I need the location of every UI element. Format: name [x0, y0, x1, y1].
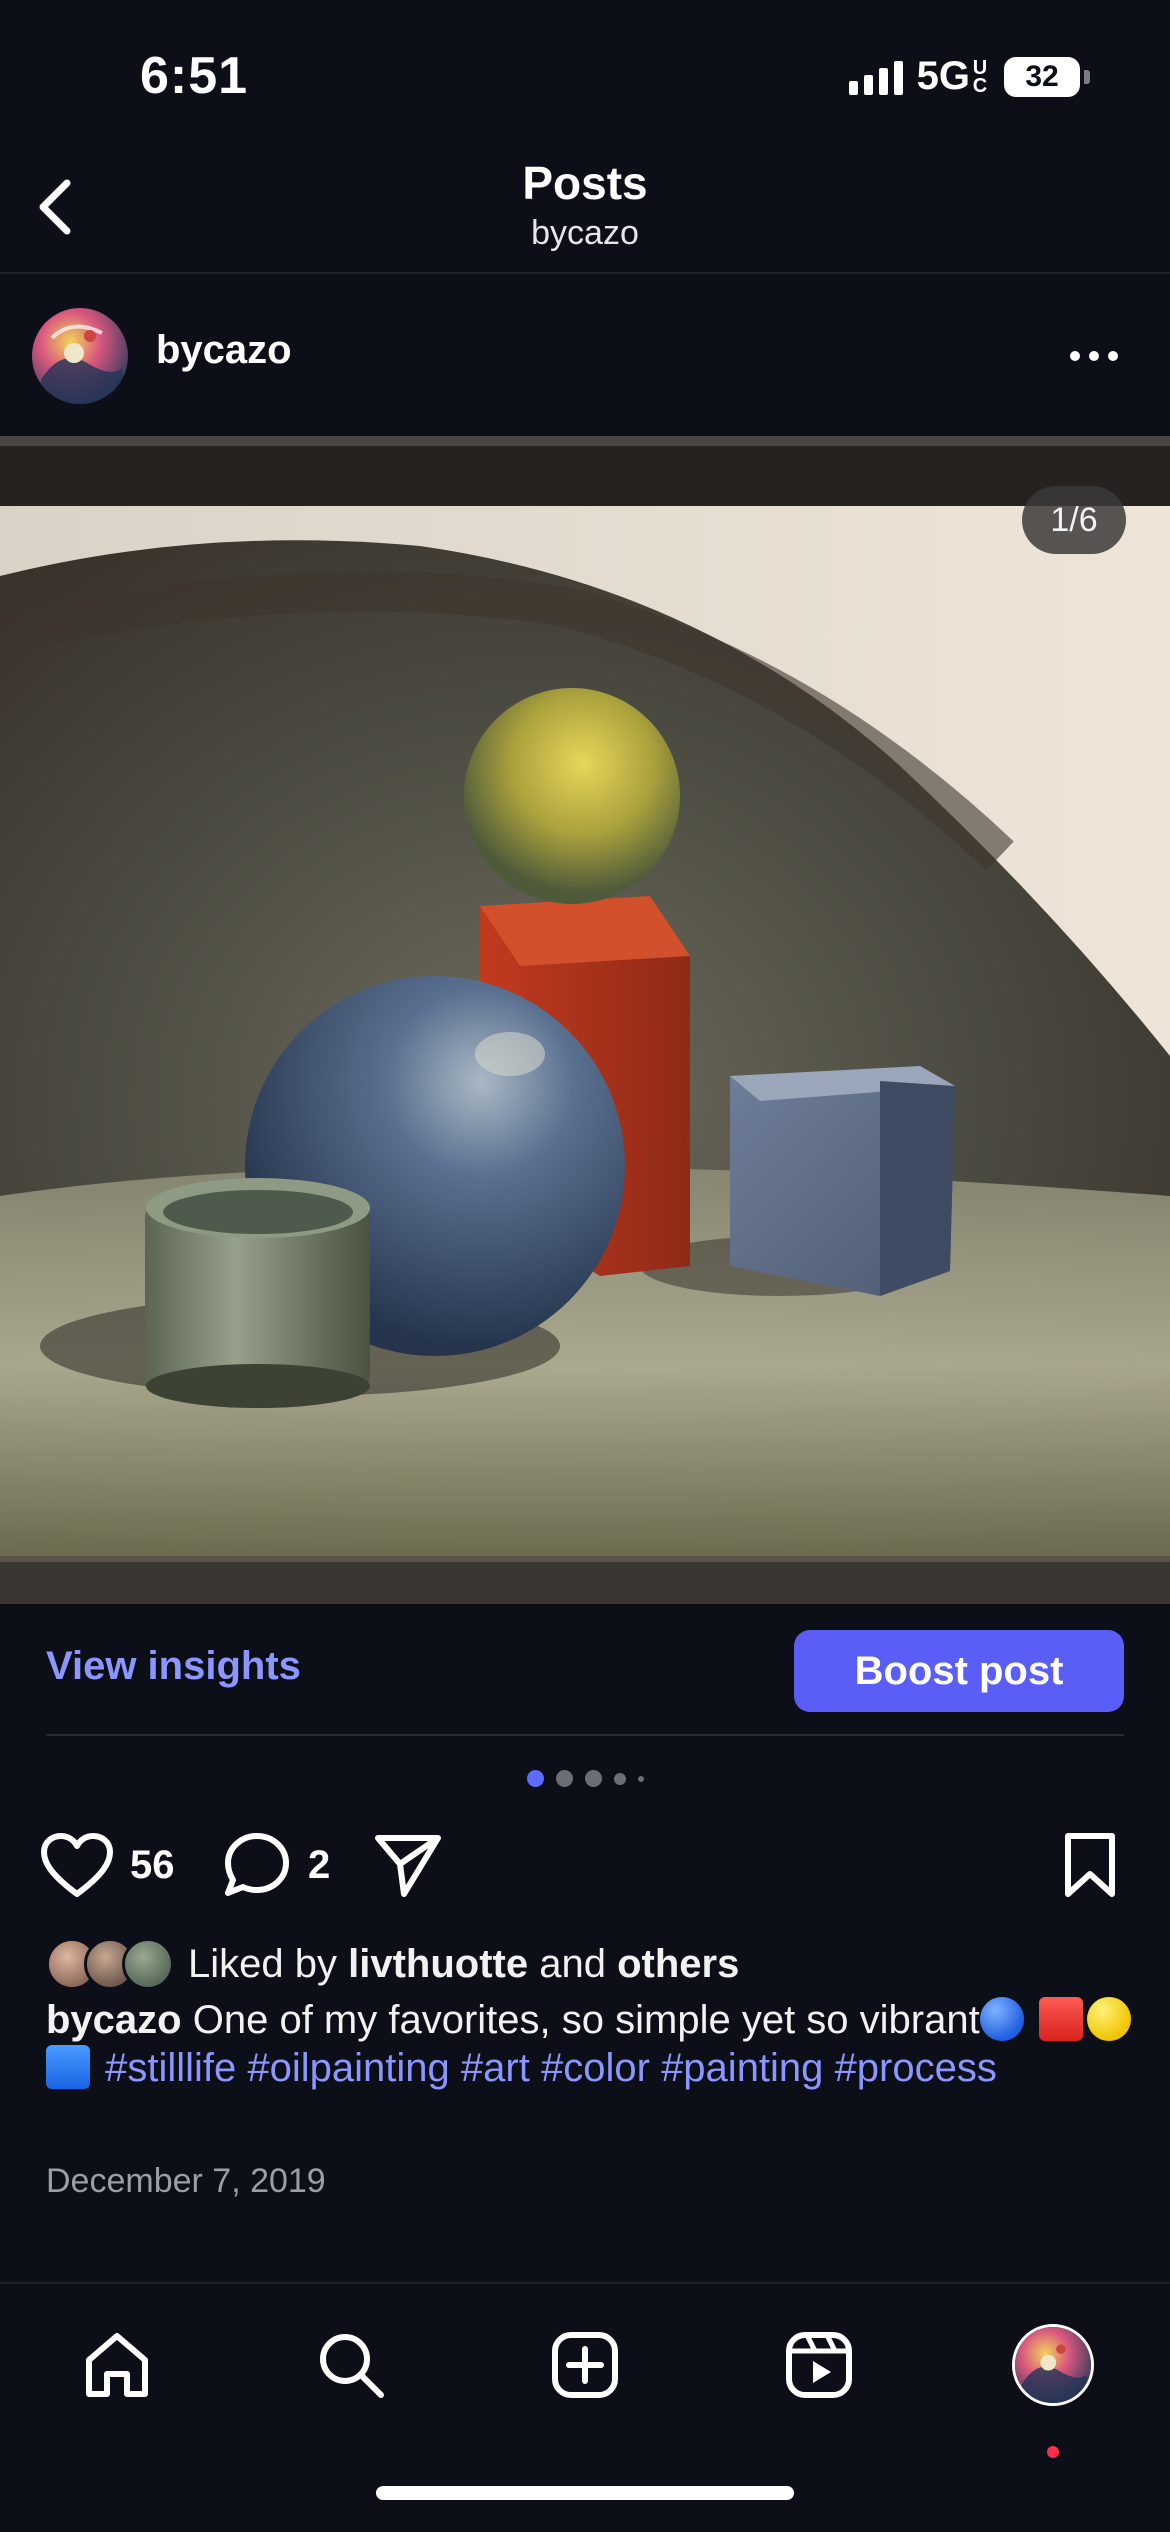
status-bar: 6:51 5G UC 32 [0, 0, 1170, 150]
view-insights-link[interactable]: View insights [46, 1644, 301, 1689]
profile-avatar [1012, 2324, 1094, 2406]
post-header: bycazo [0, 276, 1170, 436]
comments-count[interactable]: 2 [308, 1843, 330, 1888]
network-label: 5G [916, 54, 970, 98]
still-life-painting [0, 436, 1170, 1604]
page-subtitle: bycazo [531, 214, 639, 252]
liked-by-avatars [46, 1938, 174, 1990]
battery-level: 32 [1004, 56, 1080, 97]
liked-by-others[interactable]: others [617, 1942, 739, 1986]
avatar [122, 1938, 174, 1990]
nav-home[interactable] [72, 2320, 162, 2410]
image-counter: 1/6 [1022, 486, 1126, 554]
send-icon[interactable] [372, 1830, 444, 1900]
carousel-dot [637, 1775, 644, 1782]
carousel-dot [613, 1772, 626, 1785]
status-indicators: 5G UC 32 [848, 54, 1090, 99]
carousel-dot-active [526, 1770, 544, 1787]
red-square-emoji [1038, 1997, 1083, 2041]
hashtag[interactable]: #art [461, 2046, 530, 2090]
liked-by-row[interactable]: Liked by livthuotte and others [46, 1936, 739, 1992]
nav-reels[interactable] [774, 2320, 864, 2410]
carousel-dot [584, 1770, 602, 1787]
notification-dot [1047, 2446, 1059, 2458]
comment-icon[interactable] [222, 1830, 292, 1900]
carousel-dot [555, 1770, 573, 1787]
hashtag[interactable]: #color [541, 2046, 650, 2090]
nav-search[interactable] [306, 2320, 396, 2410]
divider [46, 1734, 1124, 1736]
blue-circle-emoji [979, 1997, 1024, 2041]
posts-header: Posts bycazo [0, 150, 1170, 274]
signal-icon [848, 59, 903, 95]
avatar[interactable] [32, 308, 128, 404]
blue-square-emoji [46, 2045, 90, 2089]
like-action: 56 [40, 1832, 175, 1898]
post-username[interactable]: bycazo [156, 328, 292, 373]
post-actions: 56 2 [0, 1820, 1170, 1910]
save-action [1060, 1830, 1120, 1900]
share-action [372, 1830, 444, 1900]
caption-username[interactable]: bycazo [46, 1998, 182, 2042]
more-options-button[interactable] [1054, 328, 1134, 384]
likes-count[interactable]: 56 [130, 1843, 175, 1888]
network-indicator: 5G UC [917, 54, 990, 99]
liked-by-text: Liked by livthuotte and others [188, 1941, 740, 1986]
page-title: Posts [522, 157, 648, 209]
bookmark-icon[interactable] [1060, 1830, 1120, 1900]
yellow-circle-emoji [1086, 1997, 1131, 2041]
hashtag[interactable]: #oilpainting [247, 2046, 449, 2090]
nav-create[interactable] [540, 2320, 630, 2410]
home-icon [86, 2333, 148, 2397]
status-time: 6:51 [140, 47, 249, 105]
heart-icon[interactable] [40, 1832, 114, 1898]
network-suffix-bottom: C [972, 74, 988, 97]
create-icon [552, 2332, 618, 2398]
battery-icon: 32 [1004, 56, 1090, 97]
comment-action: 2 [222, 1830, 330, 1900]
search-icon [320, 2334, 384, 2398]
liked-by-username[interactable]: livthuotte [348, 1942, 528, 1986]
home-indicator [376, 2486, 794, 2500]
hashtag[interactable]: #process [835, 2046, 997, 2090]
ellipsis-icon [1070, 351, 1080, 361]
post-date: December 7, 2019 [46, 2162, 326, 2200]
boost-post-button[interactable]: Boost post [794, 1630, 1124, 1712]
hashtag[interactable]: #painting [661, 2046, 823, 2090]
nav-profile[interactable] [1008, 2320, 1098, 2410]
carousel-indicator [0, 1770, 1170, 1787]
caption-text: One of my favorites, so simple yet so vi… [192, 1998, 980, 2042]
insights-row: View insights Boost post [0, 1604, 1170, 1734]
reels-icon [786, 2332, 852, 2398]
post-caption: bycazo One of my favorites, so simple ye… [46, 1996, 1136, 2092]
post-image[interactable]: 1/6 [0, 436, 1170, 1604]
hashtag[interactable]: #stilllife [105, 2046, 236, 2090]
